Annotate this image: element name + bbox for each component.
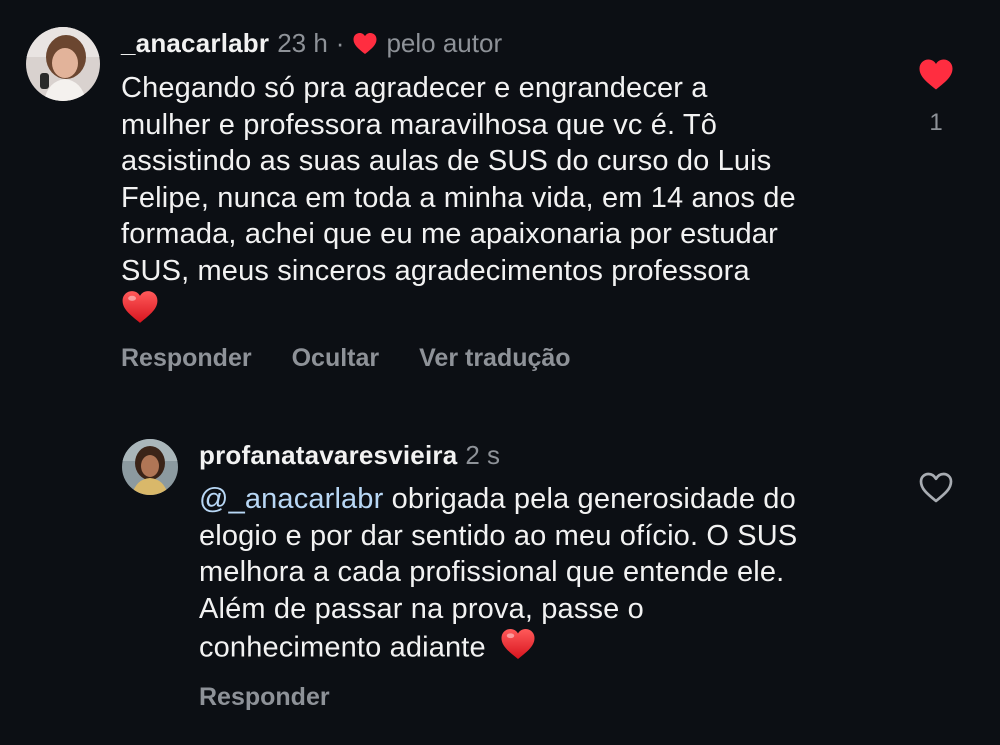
comment-line: obrigada pela generosidade do (391, 483, 796, 515)
mention-link[interactable]: @_anacarlabr (199, 483, 383, 515)
comment-line: elogio e por dar sentido ao meu ofício. … (199, 519, 798, 552)
avatar[interactable] (26, 27, 100, 101)
comment-meta: _anacarlabr 23 h · pelo autor (121, 28, 502, 59)
like-count[interactable]: 1 (929, 109, 942, 137)
separator-dot: · (335, 28, 345, 58)
comment-meta: profanatavaresvieira 2 s (199, 440, 500, 471)
comment-text: @_anacarlabr obrigada pela generosidade … (199, 481, 899, 671)
avatar[interactable] (122, 439, 178, 495)
username[interactable]: _anacarlabr (121, 28, 269, 59)
heart-outline-icon[interactable] (918, 471, 954, 504)
reply-button[interactable]: Responder (121, 344, 252, 373)
comment-line: SUS, meus sinceros agradecimentos profes… (121, 254, 750, 287)
hide-button[interactable]: Ocultar (292, 344, 380, 373)
reply-button[interactable]: Responder (199, 683, 330, 712)
comment-line: formada, achei que eu me apaixonaria por… (121, 218, 778, 250)
translate-button[interactable]: Ver tradução (419, 344, 570, 373)
comment-line: melhora a cada profissional que entende … (199, 556, 785, 588)
heart-emoji (121, 289, 159, 335)
comment-time: 2 s (465, 440, 501, 470)
username[interactable]: profanatavaresvieira (199, 440, 457, 471)
heart-icon (352, 32, 378, 55)
comments-screen: _anacarlabr 23 h · pelo autor Chegando s… (0, 0, 1000, 745)
comment-line: Além de passar na prova, passe o (199, 592, 644, 625)
like-column (914, 471, 958, 504)
comment-time: 23 h (277, 28, 328, 58)
comment-text: Chegando só pra agradecer e engrandecer … (121, 70, 901, 329)
comment-actions: Responder Ocultar Ver tradução (121, 344, 571, 373)
comment-line: conhecimento adiante (199, 631, 486, 664)
comment-line: mulher e professora maravilhosa que vc é… (121, 108, 718, 141)
author-like-label: pelo autor (386, 28, 503, 58)
comment-actions: Responder (199, 683, 330, 712)
heart-emoji (500, 627, 536, 671)
comment-line: Felipe, nunca em toda a minha vida, em 1… (121, 181, 796, 214)
comment-line: Chegando só pra agradecer e engrandecer … (121, 72, 708, 104)
comment-line: assistindo as suas aulas de SUS do curso… (121, 145, 772, 177)
like-column: 1 (914, 58, 958, 137)
heart-filled-icon[interactable] (918, 58, 954, 91)
